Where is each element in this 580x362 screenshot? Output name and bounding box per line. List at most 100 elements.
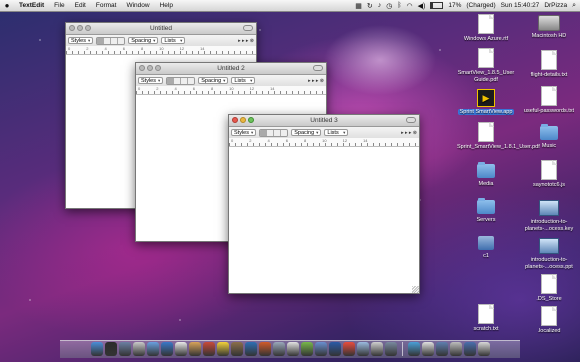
window-titlebar[interactable]: Untitled 2: [136, 63, 326, 75]
resize-grip[interactable]: [412, 286, 419, 293]
alignment-buttons[interactable]: [259, 128, 289, 137]
toolbar-toggle-button[interactable]: [243, 25, 253, 31]
desktop-icon-useful-passwords[interactable]: useful-passwords.txt: [520, 86, 578, 115]
alignment-buttons[interactable]: [96, 36, 126, 45]
close-button[interactable]: [69, 25, 75, 31]
tab-stop-tools[interactable]: ▸ ▸ ▸ ⊗: [308, 78, 324, 84]
zoom-button[interactable]: [85, 25, 91, 31]
desktop-icon-sprint-app[interactable]: ▶ Sprint SmartView.app: [457, 88, 515, 116]
dock-app-icon[interactable]: [356, 342, 369, 356]
menu-edit[interactable]: Edit: [70, 2, 91, 9]
styles-dropdown[interactable]: Styles ▾: [231, 129, 257, 136]
dock-app-icon[interactable]: [174, 342, 187, 356]
tab-stop-tools[interactable]: ▸ ▸ ▸ ⊗: [238, 38, 254, 44]
lists-dropdown[interactable]: Lists ▾: [324, 129, 349, 136]
desktop-icon-media[interactable]: Media: [457, 162, 515, 188]
dock-app-icon[interactable]: [244, 342, 257, 356]
dock-app-icon[interactable]: [449, 342, 462, 356]
desktop-icon-saynoto[interactable]: saynototc6.js: [520, 160, 578, 189]
dock-app-icon[interactable]: [435, 342, 448, 356]
dock-app-icon[interactable]: [328, 342, 341, 356]
align-center-button[interactable]: [174, 77, 182, 84]
spacing-dropdown[interactable]: Spacing ▾: [128, 37, 159, 44]
dock-app-icon[interactable]: [160, 342, 173, 356]
desktop-icon-macintosh-hd[interactable]: Macintosh HD: [520, 12, 578, 40]
desktop-icon-intro-ppt[interactable]: introduction-to-planets-...ocess.ppt: [520, 236, 578, 271]
volume-icon[interactable]: ◀): [418, 2, 426, 10]
dock-app-icon[interactable]: [314, 342, 327, 356]
align-right-button[interactable]: [188, 77, 195, 84]
dock-app-icon[interactable]: [370, 342, 383, 356]
sync-icon[interactable]: ↻: [367, 2, 373, 10]
align-justify-button[interactable]: [181, 77, 189, 84]
tab-stop-tools[interactable]: ▸ ▸ ▸ ⊗: [401, 130, 417, 136]
window-titlebar[interactable]: Untitled: [66, 23, 256, 35]
desktop-icon-c1[interactable]: c1: [457, 234, 515, 260]
music-note-icon[interactable]: ♪: [378, 2, 382, 9]
align-center-button[interactable]: [104, 37, 112, 44]
dock-app-icon[interactable]: [272, 342, 285, 356]
toolbar-toggle-button[interactable]: [313, 65, 323, 71]
dock-app-icon[interactable]: [146, 342, 159, 356]
ruler[interactable]: 0 2 4 6 8 10 12 14: [66, 46, 256, 55]
desktop-icon-ds-store[interactable]: .DS_Store: [520, 274, 578, 303]
dock-app-icon[interactable]: [104, 342, 117, 356]
user-name[interactable]: DrPizza: [544, 2, 567, 9]
align-right-button[interactable]: [118, 37, 125, 44]
spacing-dropdown[interactable]: Spacing ▾: [291, 129, 322, 136]
align-center-button[interactable]: [267, 129, 275, 136]
dock-app-icon[interactable]: [300, 342, 313, 356]
desktop-icon-windows-azure[interactable]: Windows Azure.rtf: [457, 14, 515, 43]
spaces-icon[interactable]: ▦: [355, 2, 362, 10]
styles-dropdown[interactable]: Styles ▾: [68, 37, 94, 44]
bluetooth-icon[interactable]: ᛒ: [397, 2, 401, 9]
zoom-button[interactable]: [248, 117, 254, 123]
menu-app-name[interactable]: TextEdit: [14, 2, 49, 9]
ruler[interactable]: 0 2 4 6 8 10 12 14: [136, 86, 326, 95]
ruler[interactable]: 0 2 4 6 8 10 12 14: [229, 138, 419, 147]
desktop-icon-localized[interactable]: .localized: [520, 306, 578, 335]
dock-app-icon[interactable]: [258, 342, 271, 356]
desktop-icon-servers[interactable]: Servers: [457, 198, 515, 224]
dock-app-icon[interactable]: [463, 342, 476, 356]
desktop-icon-music[interactable]: Music: [520, 124, 578, 150]
toolbar-toggle-button[interactable]: [406, 117, 416, 123]
desktop-icon-intro-key[interactable]: introduction-to-planets-...ocess.key: [520, 198, 578, 233]
window-titlebar[interactable]: Untitled 3: [229, 115, 419, 127]
align-justify-button[interactable]: [274, 129, 282, 136]
dock-app-icon[interactable]: [216, 342, 229, 356]
dock-app-icon[interactable]: [90, 342, 103, 356]
menu-file[interactable]: File: [49, 2, 69, 9]
zoom-button[interactable]: [155, 65, 161, 71]
timemachine-icon[interactable]: ◷: [386, 2, 392, 10]
dock-app-icon[interactable]: [407, 342, 420, 356]
dock-app-icon[interactable]: [188, 342, 201, 356]
dock-app-icon[interactable]: [132, 342, 145, 356]
menu-format[interactable]: Format: [91, 2, 122, 9]
close-button[interactable]: [232, 117, 238, 123]
spacing-dropdown[interactable]: Spacing ▾: [198, 77, 229, 84]
clock[interactable]: Sun 15:40:27: [501, 2, 540, 9]
dock-app-icon[interactable]: [342, 342, 355, 356]
minimize-button[interactable]: [240, 117, 246, 123]
battery-icon[interactable]: [430, 2, 444, 9]
align-left-button[interactable]: [167, 77, 175, 84]
dock-app-icon[interactable]: [202, 342, 215, 356]
minimize-button[interactable]: [147, 65, 153, 71]
align-left-button[interactable]: [260, 129, 268, 136]
document-text-area[interactable]: [229, 147, 419, 293]
wifi-icon[interactable]: ◠: [407, 2, 413, 10]
menu-window[interactable]: Window: [121, 2, 154, 9]
lists-dropdown[interactable]: Lists ▾: [161, 37, 186, 44]
align-justify-button[interactable]: [111, 37, 119, 44]
dock-app-icon[interactable]: [286, 342, 299, 356]
lists-dropdown[interactable]: Lists ▾: [231, 77, 256, 84]
desktop-icon-sprint-user-pdf[interactable]: Sprint_SmartView_1.8.1_User.pdf: [457, 122, 540, 151]
desktop-icon-smartview-guide[interactable]: SmartView_1.8.5_User Guide.pdf: [457, 48, 515, 84]
apple-menu-icon[interactable]: ●: [0, 1, 14, 10]
minimize-button[interactable]: [77, 25, 83, 31]
spotlight-icon[interactable]: ⌕: [572, 2, 576, 10]
dock-app-icon[interactable]: [384, 342, 397, 356]
menu-help[interactable]: Help: [155, 2, 178, 9]
close-button[interactable]: [139, 65, 145, 71]
